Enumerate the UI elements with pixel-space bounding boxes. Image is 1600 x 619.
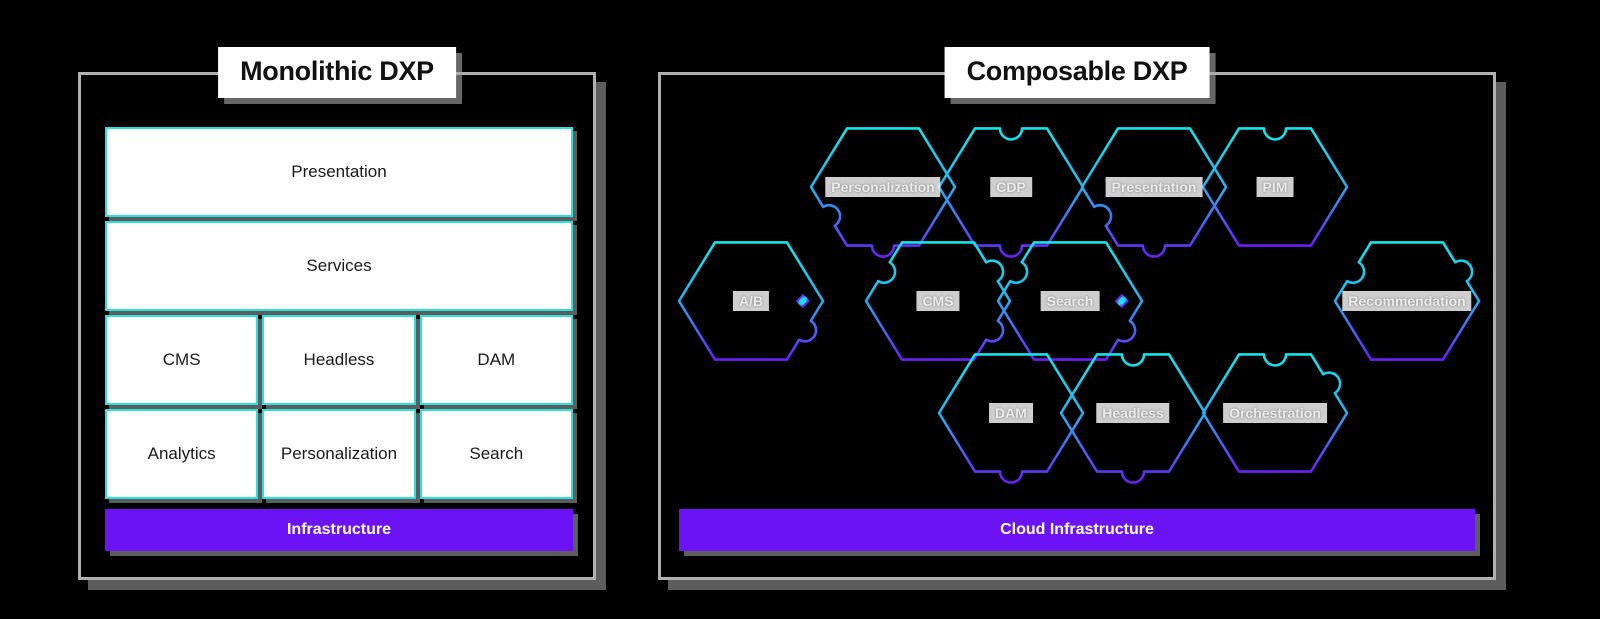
hexagon-dam[interactable] (937, 353, 1085, 484)
monolithic-layer-stack: Presentation Services CMS Headless DAM A… (105, 127, 573, 547)
module-dam[interactable]: DAM (419, 315, 573, 405)
monolithic-grid-row-2: Analytics Personalization Search (105, 409, 573, 499)
infrastructure-bar[interactable]: Infrastructure (105, 509, 573, 551)
honeycomb-svg (677, 127, 1481, 484)
module-cms[interactable]: CMS (105, 315, 259, 405)
connector-node-0 (795, 293, 811, 309)
module-search[interactable]: Search (419, 409, 573, 499)
hexagon-cdp[interactable] (937, 127, 1085, 258)
panel-title-monolithic: Monolithic DXP (218, 47, 456, 98)
connector-node-1 (1114, 293, 1130, 309)
module-personalization[interactable]: Personalization (262, 409, 416, 499)
hexagon-honeycomb: Personalization CDP Presentation PIM A/B CMS S… (661, 75, 1499, 515)
diagram-canvas: Monolithic DXP Presentation Services CMS… (0, 0, 1600, 619)
panel-monolithic-dxp: Monolithic DXP Presentation Services CMS… (78, 47, 596, 580)
monolithic-grid-row-1: CMS Headless DAM (105, 315, 573, 405)
hexagon-presentation[interactable] (1080, 127, 1228, 258)
layer-services[interactable]: Services (105, 221, 573, 311)
module-headless[interactable]: Headless (262, 315, 416, 405)
hexagon-personalization[interactable] (809, 127, 957, 258)
panel-composable-dxp: Composable DXP Personalization CDP Prese… (658, 47, 1499, 580)
module-analytics[interactable]: Analytics (105, 409, 259, 499)
layer-presentation[interactable]: Presentation (105, 127, 573, 217)
hexagon-orchestration[interactable] (1201, 353, 1349, 473)
panel-title-composable: Composable DXP (944, 47, 1210, 98)
cloud-infrastructure-bar[interactable]: Cloud Infrastructure (679, 509, 1475, 551)
hexagon-headless[interactable] (1059, 353, 1207, 484)
